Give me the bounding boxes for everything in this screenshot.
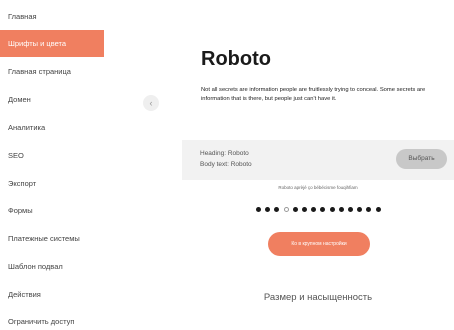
pagination-dot[interactable] bbox=[283, 207, 289, 212]
font-sample-line: Roboto aprèjé ço bébécisme fouqihfiam bbox=[278, 185, 358, 190]
sidebar-item-main-page[interactable]: Главная страница bbox=[0, 58, 104, 85]
sidebar-item-export[interactable]: Экспорт bbox=[0, 170, 104, 197]
chevron-left-icon: ‹ bbox=[149, 98, 153, 108]
sidebar-item-restrict-access[interactable]: Ограничить доступ bbox=[0, 308, 104, 330]
pagination-dot[interactable] bbox=[329, 207, 335, 212]
size-weight-heading: Размер и насыщенность bbox=[263, 292, 373, 303]
sidebar-item-forms[interactable]: Формы bbox=[0, 197, 104, 224]
heading-font-label: Heading: Roboto bbox=[200, 150, 249, 157]
body-font-label: Body text: Roboto bbox=[200, 161, 252, 168]
collapse-sidebar-button[interactable]: ‹ bbox=[143, 95, 159, 111]
sidebar-item-home[interactable]: Главная bbox=[0, 3, 104, 30]
select-font-button[interactable]: Выбрать bbox=[396, 149, 447, 169]
pagination-dot[interactable] bbox=[366, 207, 372, 212]
pagination-dot[interactable] bbox=[292, 207, 298, 212]
sidebar-item-payments[interactable]: Платежные системы bbox=[0, 225, 104, 252]
sidebar-item-actions[interactable]: Действия bbox=[0, 281, 104, 308]
pagination-dot[interactable] bbox=[311, 207, 317, 212]
sidebar-item-analytics[interactable]: Аналитика bbox=[0, 114, 104, 141]
sidebar-item-domain[interactable]: Домен bbox=[0, 86, 104, 113]
font-settings-bar: Heading: Roboto Body text: Roboto Выбрат… bbox=[182, 140, 454, 180]
pagination-dot[interactable] bbox=[357, 207, 363, 212]
pagination-dots[interactable] bbox=[251, 205, 391, 215]
pagination-dot[interactable] bbox=[320, 207, 326, 212]
sidebar-item-footer-template[interactable]: Шаблон подвал bbox=[0, 253, 104, 280]
pagination-dot[interactable] bbox=[256, 207, 261, 212]
pagination-dot[interactable] bbox=[338, 207, 344, 212]
sidebar-item-fonts-colors[interactable]: Шрифты и цвета bbox=[0, 30, 104, 57]
pagination-dot[interactable] bbox=[265, 207, 271, 212]
pagination-dot[interactable] bbox=[348, 207, 353, 212]
sidebar: Главная Шрифты и цвета Главная страница … bbox=[0, 0, 104, 330]
sidebar-item-seo[interactable]: SEO bbox=[0, 142, 104, 169]
font-preview-panel: Roboto Not all secrets are information p… bbox=[182, 28, 454, 140]
font-name-heading: Roboto bbox=[201, 48, 271, 70]
pagination-dot[interactable] bbox=[302, 207, 307, 212]
apply-settings-button[interactable]: Ко в крупном настройки bbox=[268, 232, 370, 256]
pagination-dot[interactable] bbox=[274, 207, 280, 212]
font-sample-paragraph: Not all secrets are information people a… bbox=[201, 87, 426, 102]
pagination-dot[interactable] bbox=[375, 207, 381, 212]
